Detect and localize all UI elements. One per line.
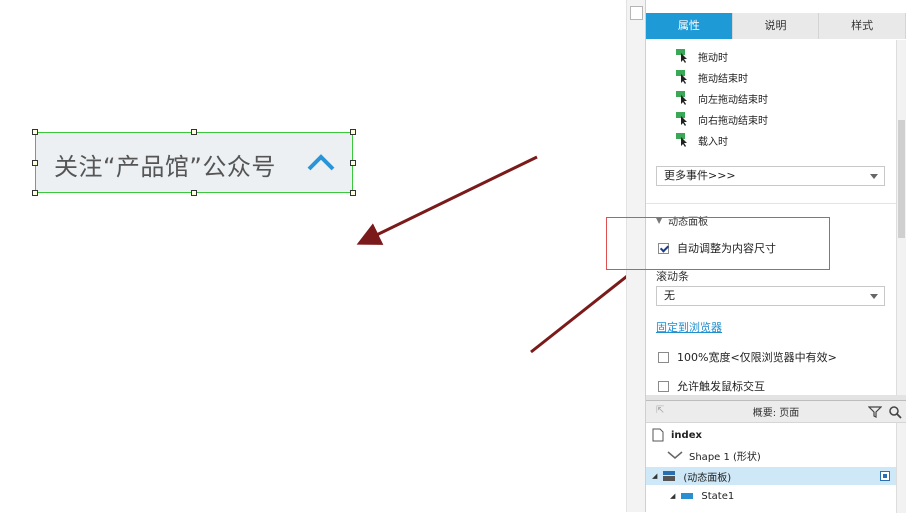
- mouse-interact-option[interactable]: 允许触发鼠标交互: [658, 378, 765, 394]
- chevron-down-icon: [667, 451, 683, 459]
- event-cursor-icon: [676, 70, 690, 84]
- event-label: 载入时: [698, 136, 728, 148]
- expand-triangle-icon: ◢: [670, 492, 676, 500]
- tree-item-dynamic-panel[interactable]: ◢ (动态面板): [646, 467, 896, 485]
- event-cursor-icon: [676, 91, 690, 105]
- event-item[interactable]: 拖动结束时: [676, 69, 748, 85]
- tab-properties[interactable]: 属性: [646, 13, 733, 39]
- tree-item-label: Shape 1 (形状): [689, 451, 761, 463]
- dropdown-caret-icon: [870, 174, 878, 179]
- state-icon: [681, 493, 694, 499]
- event-item[interactable]: 载入时: [676, 132, 728, 148]
- outline-scrollbar[interactable]: [896, 423, 906, 513]
- event-cursor-icon: [676, 133, 690, 147]
- inspector-scrollbar[interactable]: [896, 40, 906, 400]
- filter-icon[interactable]: [868, 405, 882, 419]
- tab-notes[interactable]: 说明: [732, 13, 820, 39]
- event-label: 向右拖动结束时: [698, 115, 768, 127]
- highlight-box: [606, 217, 830, 270]
- annotation-arrow-to-widget: [356, 155, 538, 245]
- outline-title: 概要: 页面: [752, 408, 800, 419]
- scrollbar-value: 无: [664, 289, 675, 302]
- section-divider: [646, 203, 896, 204]
- outline-panel: ⇱ 概要: 页面 index Shape 1 (形状) ◢ (动态面板) ◢ S…: [646, 400, 906, 513]
- event-item[interactable]: 向右拖动结束时: [676, 111, 768, 127]
- search-icon[interactable]: [888, 405, 902, 419]
- tree-item-label: State1: [701, 490, 735, 502]
- page-icon: [652, 428, 664, 442]
- pin-to-browser-link[interactable]: 固定到浏览器: [656, 319, 722, 335]
- tab-style[interactable]: 样式: [819, 13, 906, 39]
- expand-triangle-icon: ◢: [652, 472, 658, 480]
- tree-item-shape[interactable]: Shape 1 (形状): [646, 446, 896, 464]
- inspector-panel: 属性 说明 样式 拖动时 拖动结束时 向左拖动结束时 向右拖动结束时 载入时 更…: [646, 0, 906, 400]
- tree-item-label: index: [671, 429, 702, 441]
- width-100-option[interactable]: 100%宽度<仅限浏览器中有效>: [658, 349, 837, 365]
- tree-item-page[interactable]: index: [646, 426, 896, 444]
- event-cursor-icon: [676, 112, 690, 126]
- canvas-scroll-thumb[interactable]: [630, 6, 643, 20]
- tree-item-label: (动态面板): [683, 472, 732, 484]
- event-item[interactable]: 拖动时: [676, 48, 728, 64]
- scrollbar-dropdown[interactable]: 无: [656, 286, 885, 306]
- width-100-checkbox[interactable]: [658, 351, 669, 363]
- inspector-tabs: 属性 说明 样式: [646, 13, 906, 39]
- dropdown-caret-icon: [870, 294, 878, 299]
- more-events-dropdown[interactable]: 更多事件>>>: [656, 166, 885, 186]
- mouse-interact-checkbox[interactable]: [658, 380, 669, 392]
- event-label: 拖动时: [698, 52, 728, 64]
- event-label: 拖动结束时: [698, 73, 748, 85]
- width-100-label: 100%宽度<仅限浏览器中有效>: [677, 351, 837, 364]
- event-cursor-icon: [676, 49, 690, 63]
- panel-icon: [663, 471, 676, 481]
- outline-header: ⇱ 概要: 页面: [646, 401, 906, 423]
- mouse-interact-label: 允许触发鼠标交互: [677, 380, 765, 393]
- event-label: 向左拖动结束时: [698, 94, 768, 106]
- tree-item-state[interactable]: ◢ State1: [646, 487, 896, 505]
- scrollbar-label: 滚动条: [656, 270, 689, 283]
- inspector-scroll-thumb[interactable]: [898, 120, 905, 238]
- more-events-value: 更多事件>>>: [664, 169, 736, 182]
- visibility-toggle-icon[interactable]: [880, 471, 890, 481]
- event-item[interactable]: 向左拖动结束时: [676, 90, 768, 106]
